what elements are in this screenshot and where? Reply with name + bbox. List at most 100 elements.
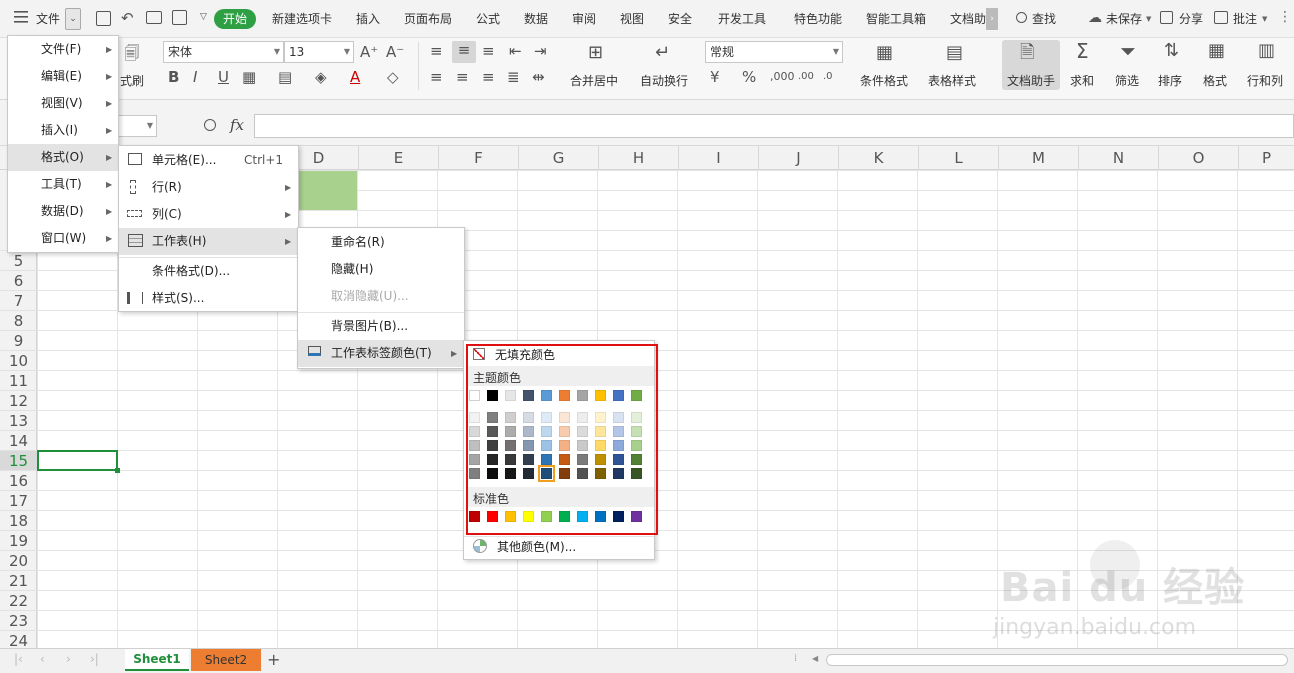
row-header[interactable]: 12 [0, 390, 37, 410]
fill-color-icon[interactable]: ◈ [315, 68, 327, 86]
thousands-icon[interactable]: ,000 [770, 68, 795, 86]
tab-new-tab[interactable]: 新建选项卡 [272, 0, 332, 38]
font-size-select[interactable]: 13 ▼ [284, 41, 354, 63]
color-swatch[interactable] [505, 511, 516, 522]
color-swatch[interactable] [559, 511, 570, 522]
sum-button[interactable]: 求和 [1070, 72, 1094, 89]
tab-review[interactable]: 审阅 [572, 0, 596, 38]
hamburger-icon[interactable] [14, 10, 30, 24]
file-menu-dropdown-button[interactable]: ⌄ [65, 8, 81, 30]
no-fill-icon[interactable] [473, 348, 485, 360]
justify-icon[interactable]: ≣ [507, 68, 520, 86]
filter-button[interactable]: 筛选 [1115, 72, 1139, 89]
color-swatch[interactable] [631, 390, 642, 401]
color-swatch[interactable] [469, 468, 480, 479]
decrease-indent-icon[interactable]: ⇤ [509, 42, 522, 60]
menu-item-edit[interactable]: 编辑(E) ▶ [8, 63, 118, 90]
row-header[interactable]: 17 [0, 490, 37, 510]
color-swatch[interactable] [577, 426, 588, 437]
color-swatch[interactable] [523, 454, 534, 465]
color-swatch[interactable] [538, 465, 555, 482]
column-header[interactable]: F [438, 146, 518, 170]
color-swatch[interactable] [631, 426, 642, 437]
color-swatch[interactable] [541, 390, 552, 401]
color-swatch[interactable] [469, 390, 480, 401]
row-header[interactable]: 14 [0, 430, 37, 450]
color-swatch[interactable] [541, 511, 552, 522]
tab-formulas[interactable]: 公式 [476, 0, 500, 38]
color-swatch[interactable] [595, 511, 606, 522]
color-swatch[interactable] [577, 511, 588, 522]
color-swatch[interactable] [631, 412, 642, 423]
menu-item-row[interactable]: 行(R) ▶ [119, 174, 298, 201]
tab-security[interactable]: 安全 [668, 0, 692, 38]
tab-special[interactable]: 特色功能 [794, 0, 842, 38]
tab-smart-toolbox[interactable]: 智能工具箱 [866, 0, 926, 38]
search-icon[interactable] [1016, 12, 1027, 23]
color-swatch[interactable] [487, 454, 498, 465]
formula-input[interactable] [254, 114, 1294, 138]
menu-item-background-image[interactable]: 背景图片(B)... [298, 313, 464, 340]
menu-item-column[interactable]: 列(C) ▶ [119, 201, 298, 228]
column-header[interactable]: K [838, 146, 918, 170]
more-colors-option[interactable]: 其他颜色(M)... [497, 538, 576, 555]
color-swatch[interactable] [541, 440, 552, 451]
conditional-format-button[interactable]: 条件格式 [860, 72, 908, 89]
color-swatch[interactable] [487, 412, 498, 423]
menu-item-window[interactable]: 窗口(W) ▶ [8, 225, 118, 252]
color-swatch[interactable] [541, 454, 552, 465]
number-format-dropdown-icon[interactable]: ▼ [833, 42, 839, 62]
column-header[interactable]: J [758, 146, 838, 170]
prev-sheet-icon[interactable]: ‹ [40, 652, 45, 666]
column-header[interactable]: N [1078, 146, 1158, 170]
color-swatch[interactable] [577, 454, 588, 465]
font-size-dropdown-icon[interactable]: ▼ [344, 42, 350, 62]
color-swatch[interactable] [613, 440, 624, 451]
color-swatch[interactable] [541, 412, 552, 423]
wrap-text-icon[interactable]: ↵ [655, 44, 670, 62]
color-swatch[interactable] [595, 412, 606, 423]
row-header[interactable]: 20 [0, 550, 37, 570]
color-swatch[interactable] [505, 454, 516, 465]
column-header[interactable]: L [918, 146, 998, 170]
color-swatch[interactable] [559, 390, 570, 401]
color-swatch[interactable] [577, 412, 588, 423]
row-header[interactable]: 24 [0, 630, 37, 650]
row-header[interactable]: 6 [0, 270, 37, 290]
color-swatch[interactable] [595, 468, 606, 479]
tab-insert[interactable]: 插入 [356, 0, 380, 38]
print-preview-icon[interactable] [172, 10, 187, 25]
tab-view[interactable]: 视图 [620, 0, 644, 38]
menu-item-tools[interactable]: 工具(T) ▶ [8, 171, 118, 198]
color-swatch[interactable] [523, 440, 534, 451]
color-swatch[interactable] [523, 511, 534, 522]
color-swatch[interactable] [631, 468, 642, 479]
color-swatch[interactable] [469, 511, 480, 522]
color-swatch[interactable] [631, 440, 642, 451]
increase-indent-icon[interactable]: ⇥ [534, 42, 547, 60]
print-icon[interactable] [146, 11, 162, 24]
undo-icon[interactable]: ↶ [121, 9, 134, 27]
format-icon[interactable]: ▦ [1208, 42, 1225, 60]
horizontal-scrollbar[interactable] [826, 654, 1288, 666]
row-header[interactable]: 9 [0, 330, 37, 350]
menu-item-data[interactable]: 数据(D) ▶ [8, 198, 118, 225]
increase-font-icon[interactable]: A⁺ [360, 43, 378, 61]
color-swatch[interactable] [523, 426, 534, 437]
color-swatch[interactable] [487, 390, 498, 401]
color-swatch[interactable] [559, 426, 570, 437]
color-swatch[interactable] [559, 454, 570, 465]
color-swatch[interactable] [505, 440, 516, 451]
zoom-icon[interactable] [204, 119, 216, 131]
column-header[interactable]: I [678, 146, 758, 170]
color-swatch[interactable] [613, 511, 624, 522]
column-header[interactable]: P [1238, 146, 1294, 170]
number-format-select[interactable]: 常规 ▼ [705, 41, 843, 63]
menu-item-style[interactable]: 样式(S)... [119, 285, 298, 312]
color-swatch[interactable] [577, 390, 588, 401]
row-header-active[interactable]: 15 [0, 450, 37, 470]
row-header[interactable]: 11 [0, 370, 37, 390]
unsaved-dropdown-icon[interactable]: ▼ [1146, 15, 1151, 23]
color-swatch[interactable] [631, 454, 642, 465]
distributed-icon[interactable]: ⇹ [532, 68, 545, 86]
